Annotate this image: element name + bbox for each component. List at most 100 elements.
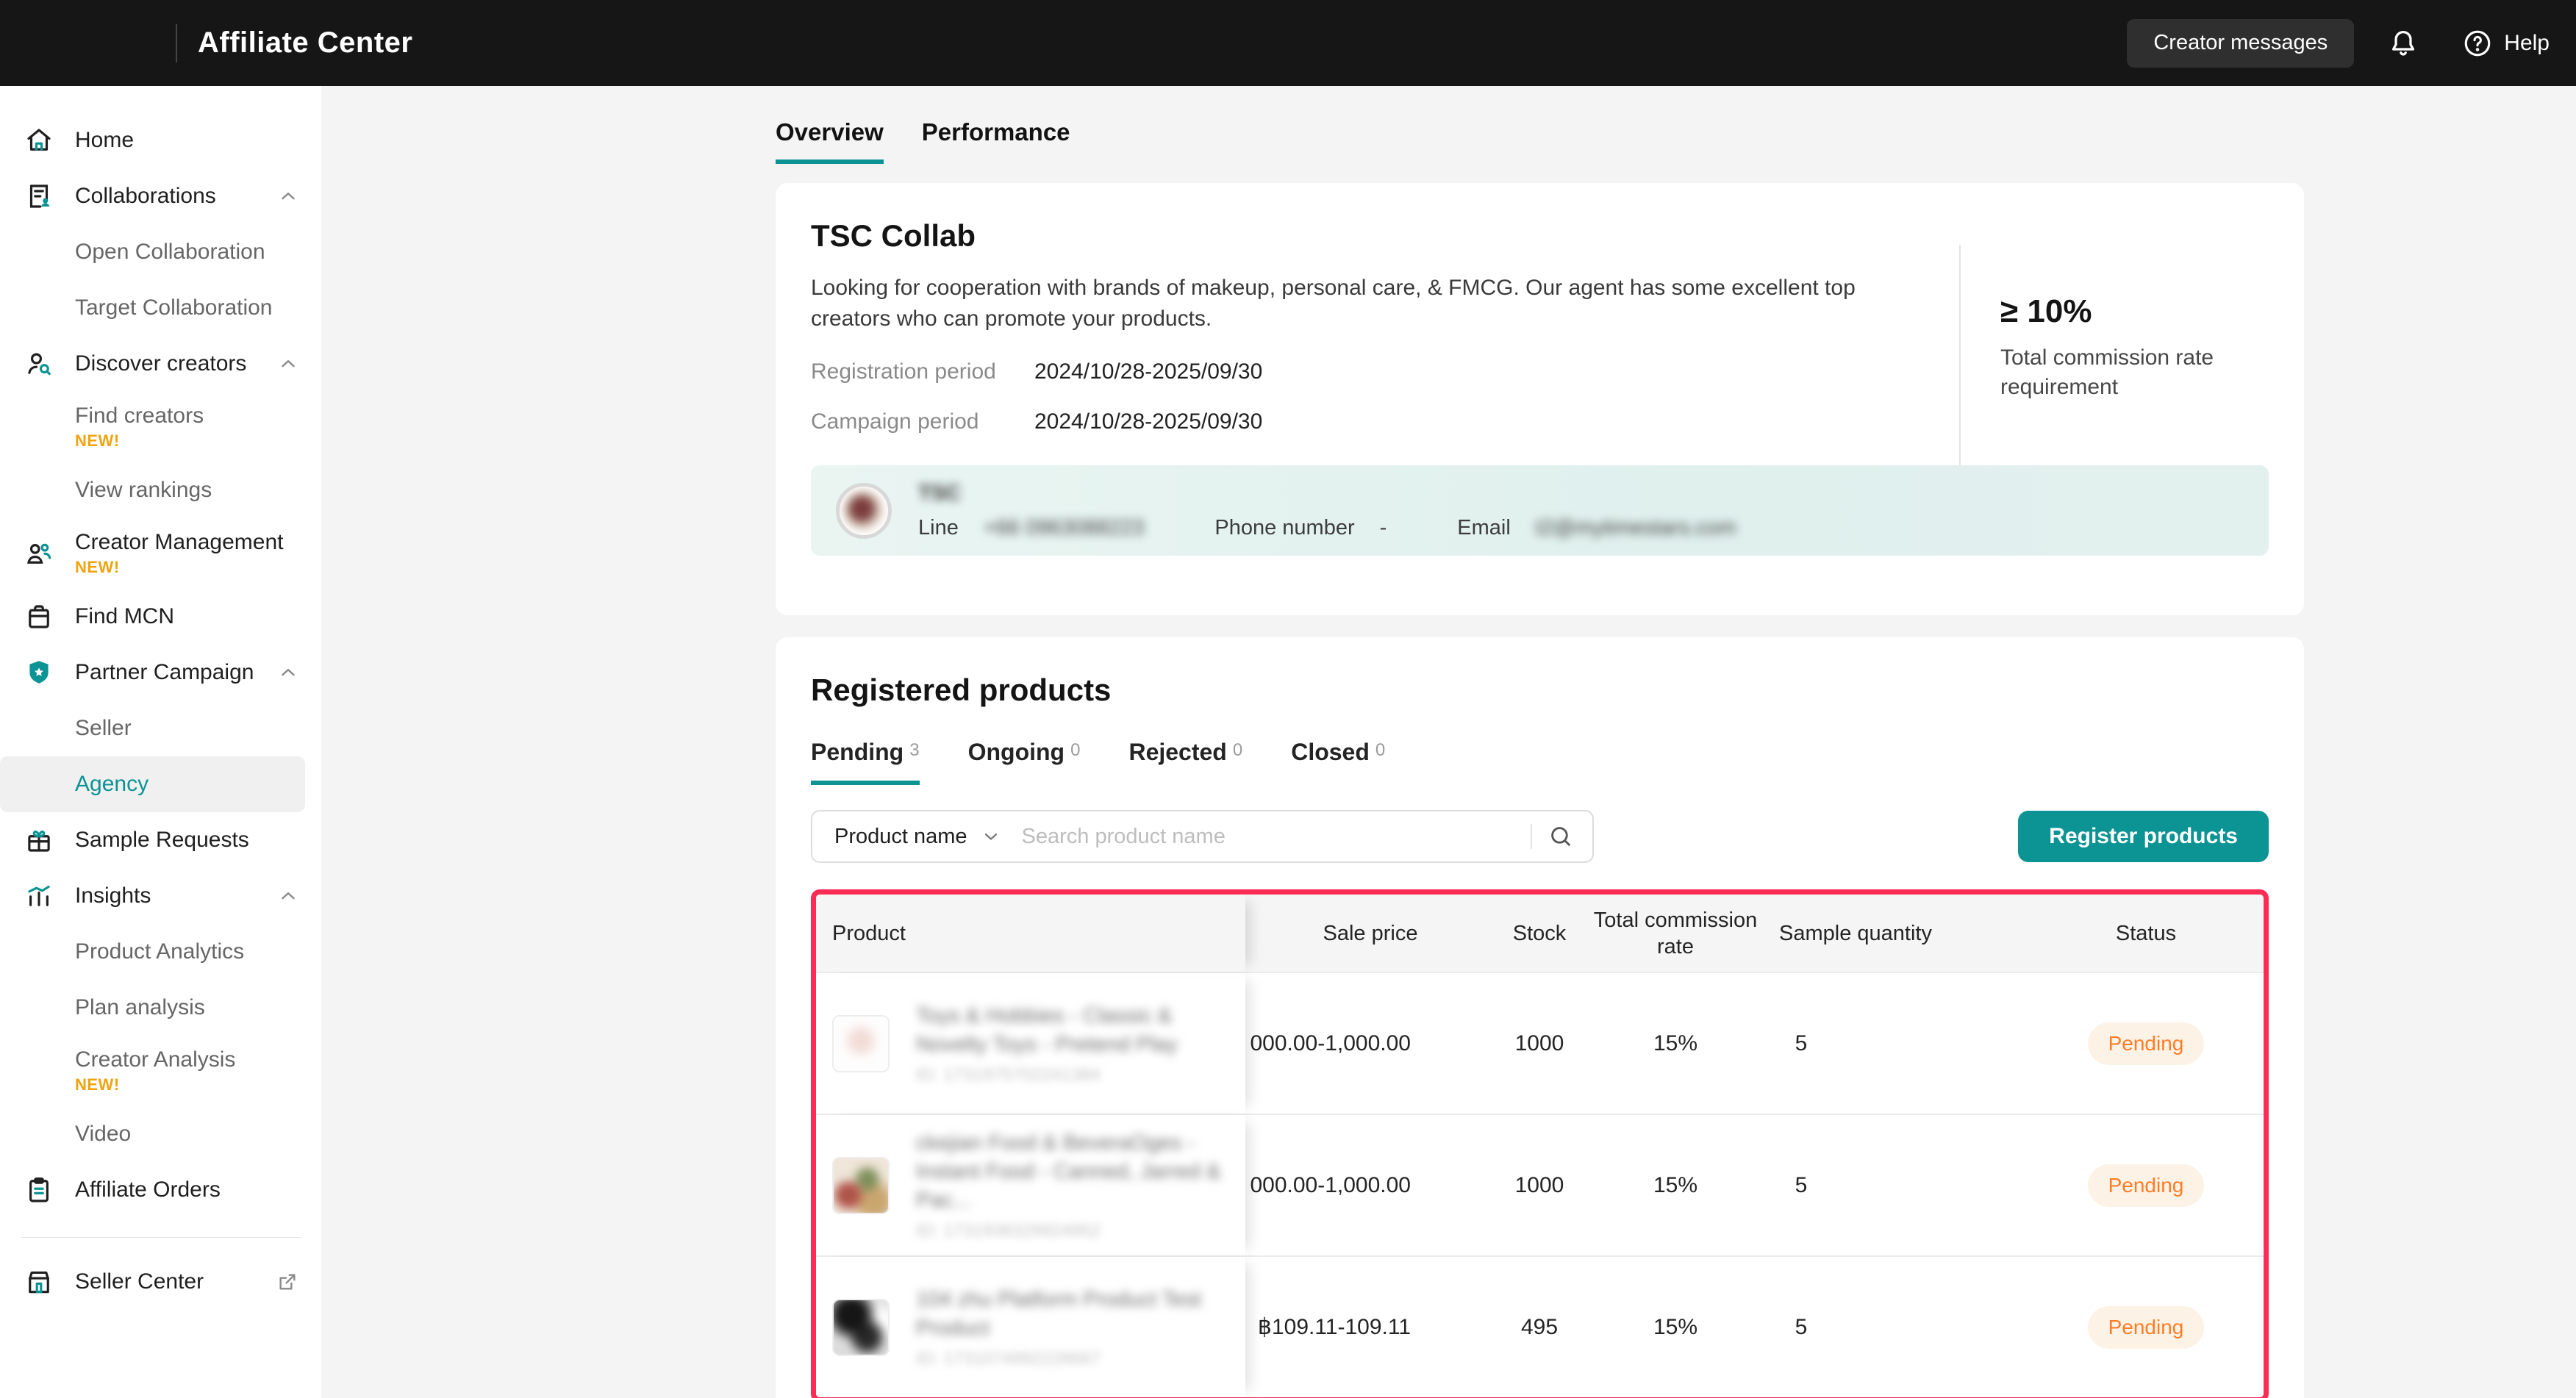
- tab-rejected[interactable]: Rejected 0: [1128, 739, 1242, 785]
- table-row[interactable]: 000.00-1,000.00 1000 15% 5 Pending ckeji…: [816, 1114, 2264, 1255]
- chevron-down-icon: [981, 826, 1001, 847]
- status-badge-pending: Pending: [2088, 1022, 2205, 1065]
- help-button[interactable]: Help: [2461, 27, 2550, 60]
- sidebar-item-seller-center[interactable]: Seller Center: [0, 1254, 321, 1310]
- campaign-title: TSC Collab: [811, 218, 2269, 254]
- campaign-period-value: 2024/10/28-2025/09/30: [1034, 409, 1262, 434]
- search-divider: [1531, 824, 1532, 849]
- sidebar-item-partner-campaign[interactable]: Partner Campaign: [0, 645, 321, 700]
- sidebar-item-target-collaboration[interactable]: Target Collaboration: [0, 280, 321, 336]
- tab-closed-count: 0: [1375, 740, 1385, 761]
- sidebar-item-label: Creator Analysis: [75, 1047, 235, 1072]
- line-label: Line: [918, 516, 959, 540]
- bell-icon: [2386, 26, 2420, 60]
- tab-ongoing-count: 0: [1070, 740, 1080, 761]
- cell-product: Toys & Hobbies - Classic & Novelty Toys …: [816, 973, 1245, 1114]
- discover-creators-icon: [24, 348, 56, 380]
- table-row[interactable]: ฿109.11-109.11 495 15% 5 Pending 104 zhu…: [816, 1255, 2264, 1397]
- find-mcn-icon: [24, 601, 56, 633]
- app-title: Affiliate Center: [198, 26, 413, 60]
- sidebar-item-label: Product Analytics: [75, 939, 244, 964]
- register-products-button[interactable]: Register products: [2018, 811, 2269, 862]
- brand-divider: [176, 24, 177, 62]
- creator-messages-button[interactable]: Creator messages: [2127, 19, 2354, 68]
- chevron-up-icon[interactable]: [277, 185, 299, 207]
- help-icon: [2461, 27, 2494, 60]
- new-badge: NEW!: [75, 1075, 235, 1094]
- sidebar-item-view-rankings[interactable]: View rankings: [0, 462, 321, 518]
- sidebar-item-label: Seller Center: [75, 1269, 204, 1294]
- sidebar-item-open-collaboration[interactable]: Open Collaboration: [0, 224, 321, 280]
- tab-pending[interactable]: Pending 3: [811, 739, 920, 785]
- search-filter-label: Product name: [834, 825, 967, 849]
- tab-pending-count: 3: [909, 740, 919, 761]
- search-icon[interactable]: [1547, 822, 1575, 850]
- sidebar-item-sample-requests[interactable]: Sample Requests: [0, 812, 321, 868]
- notifications-button[interactable]: [2386, 26, 2420, 60]
- sidebar-item-label: Sample Requests: [75, 828, 249, 853]
- sidebar-item-agency[interactable]: Agency: [0, 756, 305, 812]
- sidebar-item-find-creators[interactable]: Find creators NEW!: [0, 392, 321, 462]
- registration-period-value: 2024/10/28-2025/09/30: [1034, 359, 1262, 384]
- agency-contact-strip: TSC Line +66 0963088223 Phone number - E…: [811, 465, 2269, 556]
- sidebar-item-label: Seller: [75, 716, 132, 741]
- insights-chart-icon: [24, 880, 56, 912]
- sidebar-item-label: Find MCN: [75, 604, 174, 629]
- requirement-divider: [1959, 245, 1961, 480]
- tab-performance[interactable]: Performance: [922, 118, 1070, 164]
- email-label: Email: [1457, 516, 1511, 540]
- tab-overview[interactable]: Overview: [776, 118, 884, 164]
- external-link-icon: [276, 1270, 299, 1294]
- sidebar-item-creator-analysis[interactable]: Creator Analysis NEW!: [0, 1036, 321, 1106]
- commission-requirement-label: Total commission rate requirement: [2000, 343, 2243, 402]
- agency-name: TSC: [918, 481, 961, 506]
- sidebar-item-product-analytics[interactable]: Product Analytics: [0, 924, 321, 980]
- sidebar-item-discover-creators[interactable]: Discover creators: [0, 336, 321, 392]
- chevron-up-icon[interactable]: [277, 353, 299, 375]
- cell-sample-quantity: 5: [1728, 973, 1875, 1114]
- clipboard-icon: [24, 1174, 56, 1206]
- phone-value: -: [1380, 516, 1387, 540]
- tab-ongoing[interactable]: Ongoing 0: [968, 739, 1081, 785]
- creator-management-icon: [24, 537, 56, 570]
- column-header-sample-quantity: Sample quantity: [1764, 895, 1947, 972]
- agency-avatar-image: [844, 491, 884, 531]
- sidebar-item-affiliate-orders[interactable]: Affiliate Orders: [0, 1162, 321, 1218]
- table-row[interactable]: 000.00-1,000.00 1000 15% 5 Pending Toys …: [816, 972, 2264, 1114]
- sidebar-item-find-mcn[interactable]: Find MCN: [0, 589, 321, 645]
- sidebar-item-plan-analysis[interactable]: Plan analysis: [0, 980, 321, 1036]
- chevron-up-icon[interactable]: [277, 885, 299, 907]
- status-badge-pending: Pending: [2088, 1164, 2205, 1207]
- cell-product: 104 zhu Platform Product Test Product ID…: [816, 1257, 1245, 1397]
- sidebar-item-video[interactable]: Video: [0, 1106, 321, 1162]
- commission-requirement-value: ≥ 10%: [2000, 293, 2243, 330]
- page-tabs: Overview Performance: [776, 86, 2304, 164]
- sidebar-item-label: Target Collaboration: [75, 295, 273, 320]
- sidebar-item-insights[interactable]: Insights: [0, 868, 321, 924]
- collaborations-icon: [24, 180, 56, 212]
- new-badge: NEW!: [75, 431, 204, 451]
- cell-sample-quantity: 5: [1728, 1115, 1875, 1255]
- sidebar-item-collaborations[interactable]: Collaborations: [0, 168, 321, 224]
- sidebar-item-label: Affiliate Orders: [75, 1177, 221, 1202]
- status-tabs: Pending 3 Ongoing 0 Rejected 0 Closed 0: [811, 739, 2269, 785]
- sidebar-item-label: Collaborations: [75, 184, 216, 209]
- sidebar-item-label: Agency: [75, 772, 149, 797]
- home-icon: [24, 124, 56, 157]
- table-header-row: Sale price Stock Total commission rate S…: [816, 895, 2264, 972]
- search-input[interactable]: [1022, 825, 1531, 849]
- agency-avatar: [836, 483, 892, 539]
- tab-closed[interactable]: Closed 0: [1291, 739, 1385, 785]
- email-value: t2@mytimestars.com: [1536, 516, 1736, 540]
- sidebar-item-seller[interactable]: Seller: [0, 700, 321, 756]
- sidebar-item-label: Discover creators: [75, 351, 246, 376]
- sidebar: Home Collaborations Open Collaboration T…: [0, 86, 321, 1398]
- sidebar-item-label: Partner Campaign: [75, 660, 254, 685]
- column-header-sale-price: Sale price: [1293, 895, 1448, 972]
- product-title: 104 zhu Platform Product Test Product: [916, 1286, 1245, 1343]
- chevron-up-icon[interactable]: [277, 662, 299, 684]
- partner-campaign-shield-icon: [24, 656, 56, 689]
- sidebar-item-home[interactable]: Home: [0, 112, 321, 168]
- search-filter-select[interactable]: Product name: [834, 825, 1001, 849]
- sidebar-item-creator-management[interactable]: Creator Management NEW!: [0, 518, 321, 589]
